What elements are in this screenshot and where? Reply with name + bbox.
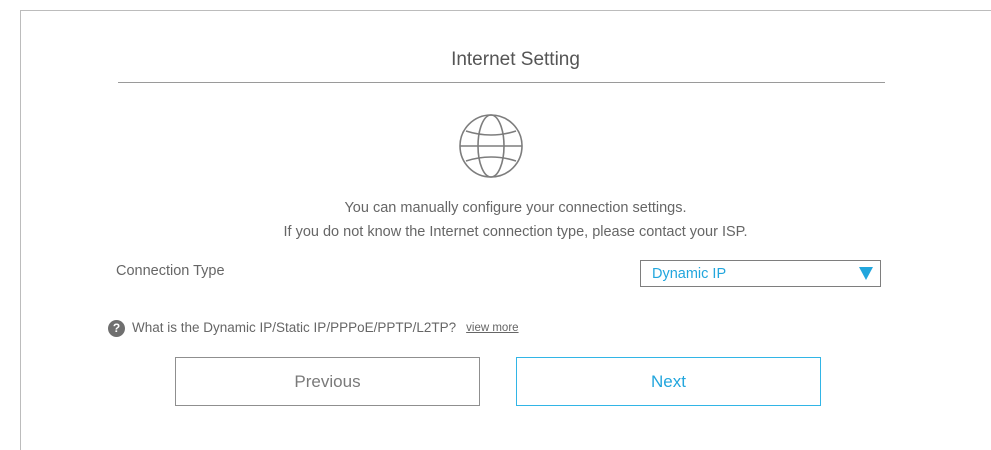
- title-divider: [118, 82, 885, 83]
- description-line-1: You can manually configure your connecti…: [344, 200, 687, 216]
- description: You can manually configure your connecti…: [21, 196, 991, 244]
- previous-button[interactable]: Previous: [175, 357, 480, 406]
- description-line-2: If you do not know the Internet connecti…: [283, 224, 748, 240]
- connection-type-select[interactable]: Dynamic IP: [640, 260, 881, 287]
- triangle-down-icon[interactable]: [859, 267, 873, 280]
- page-title: Internet Setting: [451, 49, 580, 70]
- question-circle-icon[interactable]: ?: [108, 319, 125, 337]
- help-question: What is the Dynamic IP/Static IP/PPPoE/P…: [132, 320, 457, 335]
- help-row: ? What is the Dynamic IP/Static IP/PPPoE…: [108, 318, 519, 338]
- next-button[interactable]: Next: [516, 357, 821, 406]
- globe-icon: [459, 114, 523, 178]
- connection-type-value: Dynamic IP: [652, 266, 727, 282]
- connection-type-label: Connection Type: [116, 263, 225, 279]
- view-more-link[interactable]: view more: [466, 318, 518, 338]
- setup-panel: Internet Setting You can manually config…: [20, 10, 991, 450]
